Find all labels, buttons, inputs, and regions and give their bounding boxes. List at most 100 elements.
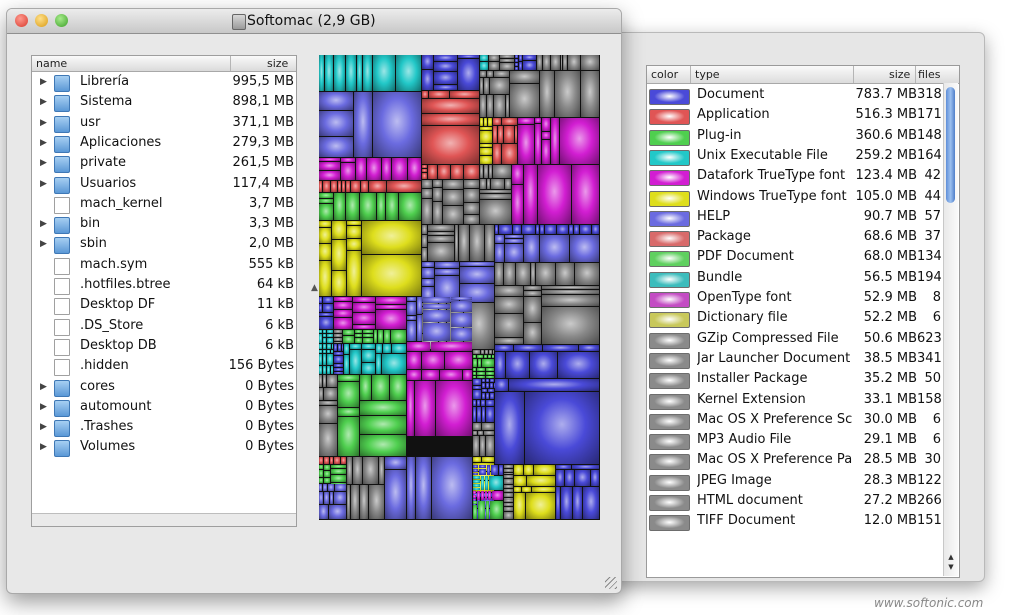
treemap-tile[interactable]	[543, 345, 578, 351]
treemap-tile[interactable]	[485, 350, 488, 354]
treemap-tile[interactable]	[331, 465, 346, 468]
treemap-tile[interactable]	[428, 225, 454, 231]
treemap-tile[interactable]	[353, 313, 375, 324]
scroll-up-arrow-icon[interactable]: ▲	[945, 553, 957, 562]
treemap-tile[interactable]	[486, 407, 494, 422]
file-list-scrollbar[interactable]	[32, 513, 296, 526]
treemap-tile[interactable]	[583, 487, 599, 519]
treemap-tile[interactable]	[575, 263, 599, 285]
treemap-tile[interactable]	[489, 62, 499, 70]
treemap-tile[interactable]	[484, 118, 487, 126]
treemap-tile[interactable]	[362, 350, 375, 362]
treemap-tile[interactable]	[536, 263, 555, 285]
file-row[interactable]: ▶ Volumes 0 Bytes	[32, 438, 294, 458]
treemap-tile[interactable]	[319, 465, 323, 469]
treemap-tile[interactable]	[319, 457, 323, 464]
treemap-tile[interactable]	[360, 485, 368, 519]
treemap-tile[interactable]	[504, 489, 513, 492]
color-swatch[interactable]	[649, 190, 690, 207]
treemap-tile[interactable]	[422, 99, 479, 113]
treemap-tile[interactable]	[355, 334, 362, 337]
treemap-tile[interactable]	[493, 118, 501, 125]
treemap-tile[interactable]	[332, 221, 346, 239]
treemap-tile[interactable]	[464, 189, 479, 202]
treemap-tile[interactable]	[473, 495, 476, 498]
treemap-tile[interactable]	[422, 114, 479, 125]
treemap-tile[interactable]	[323, 375, 326, 387]
file-row[interactable]: .DS_Store 6 kB	[32, 317, 294, 337]
type-row[interactable]: GZip Compressed File 50.6 MB 623	[647, 330, 943, 350]
treemap-tile[interactable]	[478, 501, 485, 519]
treemap-tile[interactable]	[319, 158, 340, 161]
treemap-tile[interactable]	[495, 263, 503, 285]
treemap-tile[interactable]	[524, 465, 533, 475]
treemap-tile[interactable]	[319, 344, 322, 349]
treemap-tile[interactable]	[347, 457, 352, 484]
treemap-tile[interactable]	[330, 457, 333, 464]
treemap-tile[interactable]	[435, 269, 459, 275]
treemap-tile[interactable]	[473, 476, 480, 479]
treemap-tile[interactable]	[438, 165, 450, 179]
treemap-tile[interactable]	[428, 232, 454, 235]
treemap-tile[interactable]	[434, 55, 457, 61]
treemap-tile[interactable]	[486, 379, 489, 382]
treemap-tile[interactable]	[542, 118, 550, 131]
file-row[interactable]: ▶ .Trashes 0 Bytes	[32, 418, 294, 438]
treemap-tile[interactable]	[495, 244, 504, 262]
treemap-tile[interactable]	[510, 84, 539, 117]
treemap-tile[interactable]	[422, 279, 434, 286]
treemap-tile[interactable]	[480, 190, 511, 193]
treemap-tile[interactable]	[477, 407, 481, 422]
type-row[interactable]: TIFF Document 12.0 MB 151	[647, 512, 943, 532]
treemap-tile[interactable]	[473, 376, 476, 378]
treemap-tile[interactable]	[545, 225, 556, 234]
treemap-tile[interactable]	[423, 310, 450, 322]
treemap-tile[interactable]	[518, 118, 534, 124]
treemap-tile[interactable]	[477, 368, 485, 371]
treemap-tile[interactable]	[486, 400, 494, 406]
type-row[interactable]: Plug-in 360.6 MB 148	[647, 127, 943, 147]
treemap-tile[interactable]	[334, 318, 352, 329]
treemap-tile[interactable]	[327, 330, 333, 333]
treemap-tile[interactable]	[504, 507, 513, 511]
treemap-tile[interactable]	[362, 344, 375, 349]
treemap-tile[interactable]	[363, 334, 373, 337]
treemap-tile[interactable]	[369, 181, 386, 192]
minimize-button[interactable]	[35, 14, 48, 27]
treemap-tile[interactable]	[515, 67, 518, 70]
treemap-tile[interactable]	[422, 173, 427, 179]
treemap-tile[interactable]	[535, 118, 541, 123]
treemap-tile[interactable]	[540, 71, 554, 117]
treemap-tile[interactable]	[407, 370, 421, 380]
treemap-tile[interactable]	[491, 179, 504, 189]
treemap-tile[interactable]	[334, 368, 343, 371]
treemap-tile[interactable]	[524, 323, 541, 344]
treemap-tile[interactable]	[535, 124, 541, 164]
treemap-tile[interactable]	[423, 323, 450, 341]
treemap-tile[interactable]	[319, 171, 340, 180]
treemap-tile[interactable]	[515, 126, 517, 143]
treemap-tile[interactable]	[319, 55, 324, 91]
treemap-tile[interactable]	[504, 512, 513, 519]
treemap-tile[interactable]	[572, 465, 599, 469]
treemap-tile[interactable]	[482, 359, 494, 367]
treemap-tile[interactable]	[319, 92, 353, 110]
treemap-tile[interactable]	[319, 297, 322, 303]
treemap-tile[interactable]	[327, 350, 330, 353]
treemap-tile[interactable]	[569, 225, 573, 234]
type-row[interactable]: MP3 Audio File 29.1 MB 6	[647, 431, 943, 451]
disclosure-triangle-icon[interactable]: ▶	[40, 97, 47, 107]
treemap-tile[interactable]	[422, 55, 433, 69]
treemap-tile[interactable]	[341, 163, 355, 180]
treemap-tile[interactable]	[482, 389, 487, 392]
treemap-tile[interactable]	[353, 457, 362, 484]
scroll-down-arrow-icon[interactable]: ▼	[945, 563, 957, 572]
color-swatch[interactable]	[649, 413, 690, 430]
treemap-tile[interactable]	[530, 352, 557, 378]
treemap-tile[interactable]	[512, 165, 523, 184]
treemap-tile[interactable]	[417, 297, 422, 314]
treemap-tile[interactable]	[473, 390, 481, 399]
treemap-tile[interactable]	[486, 501, 489, 519]
treemap-tile[interactable]	[522, 487, 531, 492]
treemap-tile[interactable]	[428, 236, 454, 242]
